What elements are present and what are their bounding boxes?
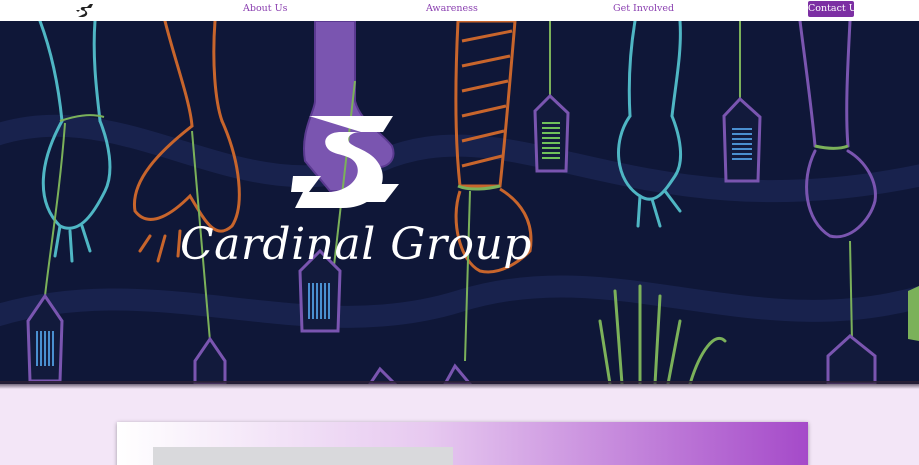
hero-bottom-shadow xyxy=(0,381,919,389)
cardinal-group-logo-icon xyxy=(291,116,399,208)
nav-link-about-us[interactable]: About Us xyxy=(243,3,288,14)
orange-arm-center xyxy=(454,21,517,188)
top-navigation: About Us Awareness Get Involved Contact … xyxy=(0,0,919,21)
hands-illustration xyxy=(0,21,919,384)
card-image-placeholder xyxy=(153,447,453,465)
teal-hand-left xyxy=(38,21,112,263)
nav-link-get-involved[interactable]: Get Involved xyxy=(613,3,674,14)
cardinal-group-logo-icon[interactable] xyxy=(74,2,94,19)
teal-hand-right xyxy=(617,21,682,228)
feature-card xyxy=(117,422,808,465)
content-section xyxy=(0,384,919,465)
purple-hand-right xyxy=(798,21,877,239)
hero-banner: Cardinal Group xyxy=(0,21,919,384)
brand-name-heading: Cardinal Group xyxy=(180,219,532,270)
nav-link-awareness[interactable]: Awareness xyxy=(426,3,478,14)
contact-us-button[interactable]: Contact Us xyxy=(808,1,862,17)
